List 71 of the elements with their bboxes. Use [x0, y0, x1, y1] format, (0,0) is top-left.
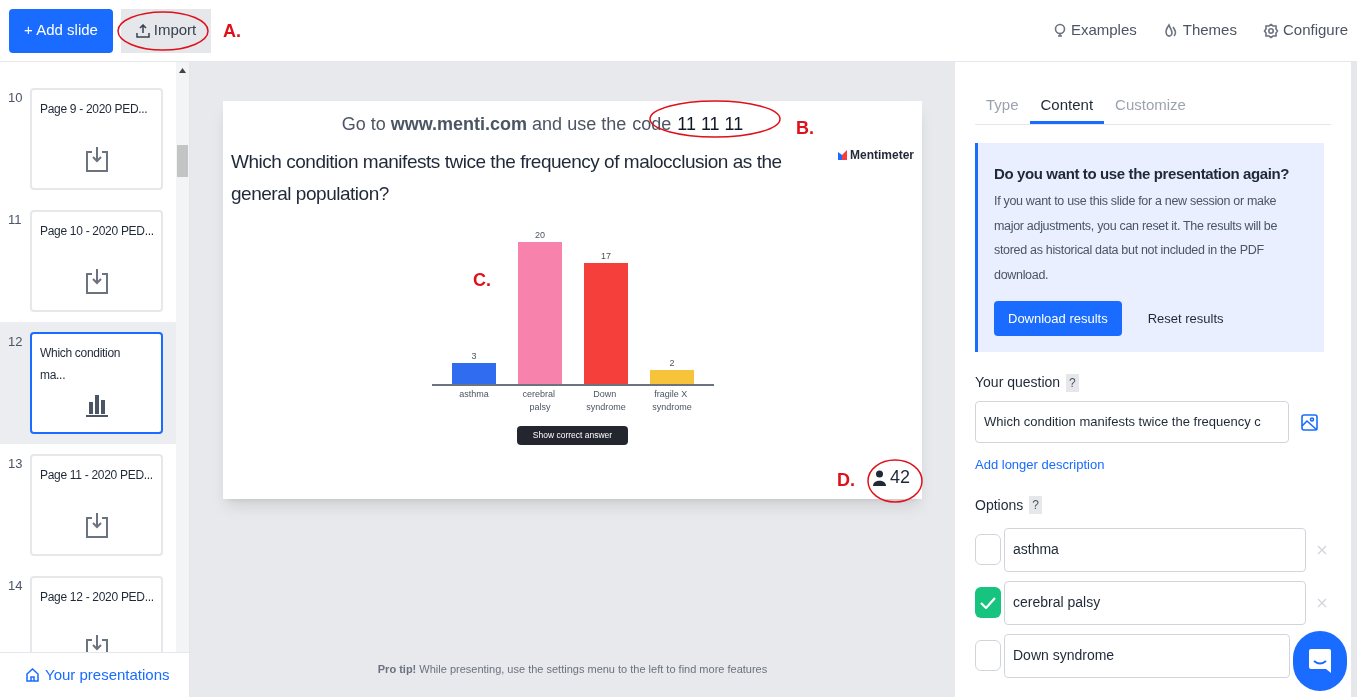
correct-checkbox[interactable]	[975, 587, 1001, 618]
scrollbar-thumb[interactable]	[177, 145, 188, 177]
annotation-label: C.	[473, 269, 491, 292]
close-icon[interactable]	[1317, 597, 1327, 608]
slide-title: Page 10 - 2020 PED...	[40, 223, 154, 240]
slide-title: Page 9 - 2020 PED...	[40, 101, 148, 118]
help-badge: ?	[1066, 373, 1079, 392]
chart-bar	[451, 363, 496, 384]
slide-title: Page 11 - 2020 PED...	[40, 467, 153, 484]
scroll-up-icon	[179, 68, 186, 73]
join-code: 11 11 11	[677, 113, 744, 136]
slide-thumbnail[interactable]: Page 12 - 2020 PED...	[30, 576, 163, 652]
brand-logo: Mentimeter	[838, 148, 914, 162]
upload-icon	[135, 23, 150, 38]
add-description-link[interactable]: Add longer description	[975, 455, 1105, 475]
your-presentations-link[interactable]: Your presentations	[26, 663, 170, 687]
import-button[interactable]: Import	[121, 8, 211, 53]
slide-question: Which condition manifests twice the frequency of malocclusion as the general population?	[231, 150, 783, 206]
settings-icon	[1262, 22, 1279, 39]
bar-value-label: 2	[669, 358, 674, 368]
logo-icon	[838, 150, 847, 160]
bar-value-label: 3	[471, 351, 476, 361]
drops-icon	[1162, 22, 1179, 39]
toolbar-link[interactable]: Examples	[1052, 19, 1137, 42]
option-input[interactable]: cerebral palsy	[1004, 580, 1306, 625]
participant-count: 42	[889, 466, 910, 489]
toolbar-link[interactable]: Themes	[1162, 19, 1237, 42]
annotation-ellipse	[867, 459, 923, 503]
home-icon	[26, 668, 39, 682]
chat-button[interactable]	[1293, 631, 1347, 691]
pro-tip: Pro tip! While presenting, use the settings menu to the left to find more features	[377, 661, 768, 677]
show-correct-answer-button[interactable]: Show correct answer	[516, 426, 629, 445]
category-label: fragile X syndrome	[651, 389, 692, 412]
correct-checkbox[interactable]	[975, 640, 1001, 671]
reset-results-button[interactable]: Reset results	[1147, 308, 1224, 329]
category-label: Down syndrome	[585, 389, 626, 412]
image-icon[interactable]	[1301, 413, 1318, 431]
check-icon	[980, 596, 996, 609]
annotation-label: A.	[223, 20, 241, 43]
category-label: cerebral palsy	[522, 389, 555, 412]
chart-bar	[649, 370, 694, 384]
help-badge: ?	[1029, 496, 1042, 514]
lightbulb-icon	[1052, 22, 1067, 39]
annotation-label: D.	[837, 469, 855, 492]
slide-thumbnail[interactable]: Which condition ma...	[30, 332, 163, 434]
question-input[interactable]: Which condition manifests twice the frequency c	[975, 401, 1289, 443]
bar-value-label: 20	[534, 230, 545, 240]
add-slide-button[interactable]: + Add slide	[9, 8, 113, 53]
slide-title: Page 12 - 2020 PED...	[40, 589, 154, 606]
slide-title: Which condition ma...	[40, 345, 122, 384]
options-label: Options	[975, 495, 1024, 515]
option-input[interactable]: asthma	[1004, 527, 1306, 572]
option-input[interactable]: Down syndrome	[1004, 633, 1290, 678]
category-label: asthma	[458, 389, 489, 399]
person-icon	[872, 469, 886, 486]
correct-checkbox[interactable]	[975, 534, 1001, 565]
notice-text: If you want to use this slide for a new session or make major adjustments, you can reset it. The results will be stored as historical data but not included in the PDF download.	[994, 193, 1279, 284]
chat-icon	[1309, 649, 1331, 673]
bar-value-label: 17	[600, 251, 611, 261]
close-icon[interactable]	[1317, 544, 1327, 555]
join-instruction: Go to www.menti.com and use the	[341, 113, 627, 136]
slide-thumbnail[interactable]: Page 9 - 2020 PED...	[30, 88, 163, 190]
annotation-label: B.	[796, 117, 814, 140]
notice-title: Do you want to use the presentation again?	[994, 163, 1291, 184]
slide-thumbnail[interactable]: Page 10 - 2020 PED...	[30, 210, 163, 312]
scrollbar[interactable]	[176, 62, 189, 652]
toolbar-link[interactable]: Configure	[1262, 19, 1348, 42]
slide-thumbnail[interactable]: Page 11 - 2020 PED...	[30, 454, 163, 556]
download-results-button[interactable]: Download results	[994, 301, 1122, 336]
panel-tab[interactable]: Content	[1029, 94, 1105, 124]
question-label: Your question	[975, 373, 1061, 392]
